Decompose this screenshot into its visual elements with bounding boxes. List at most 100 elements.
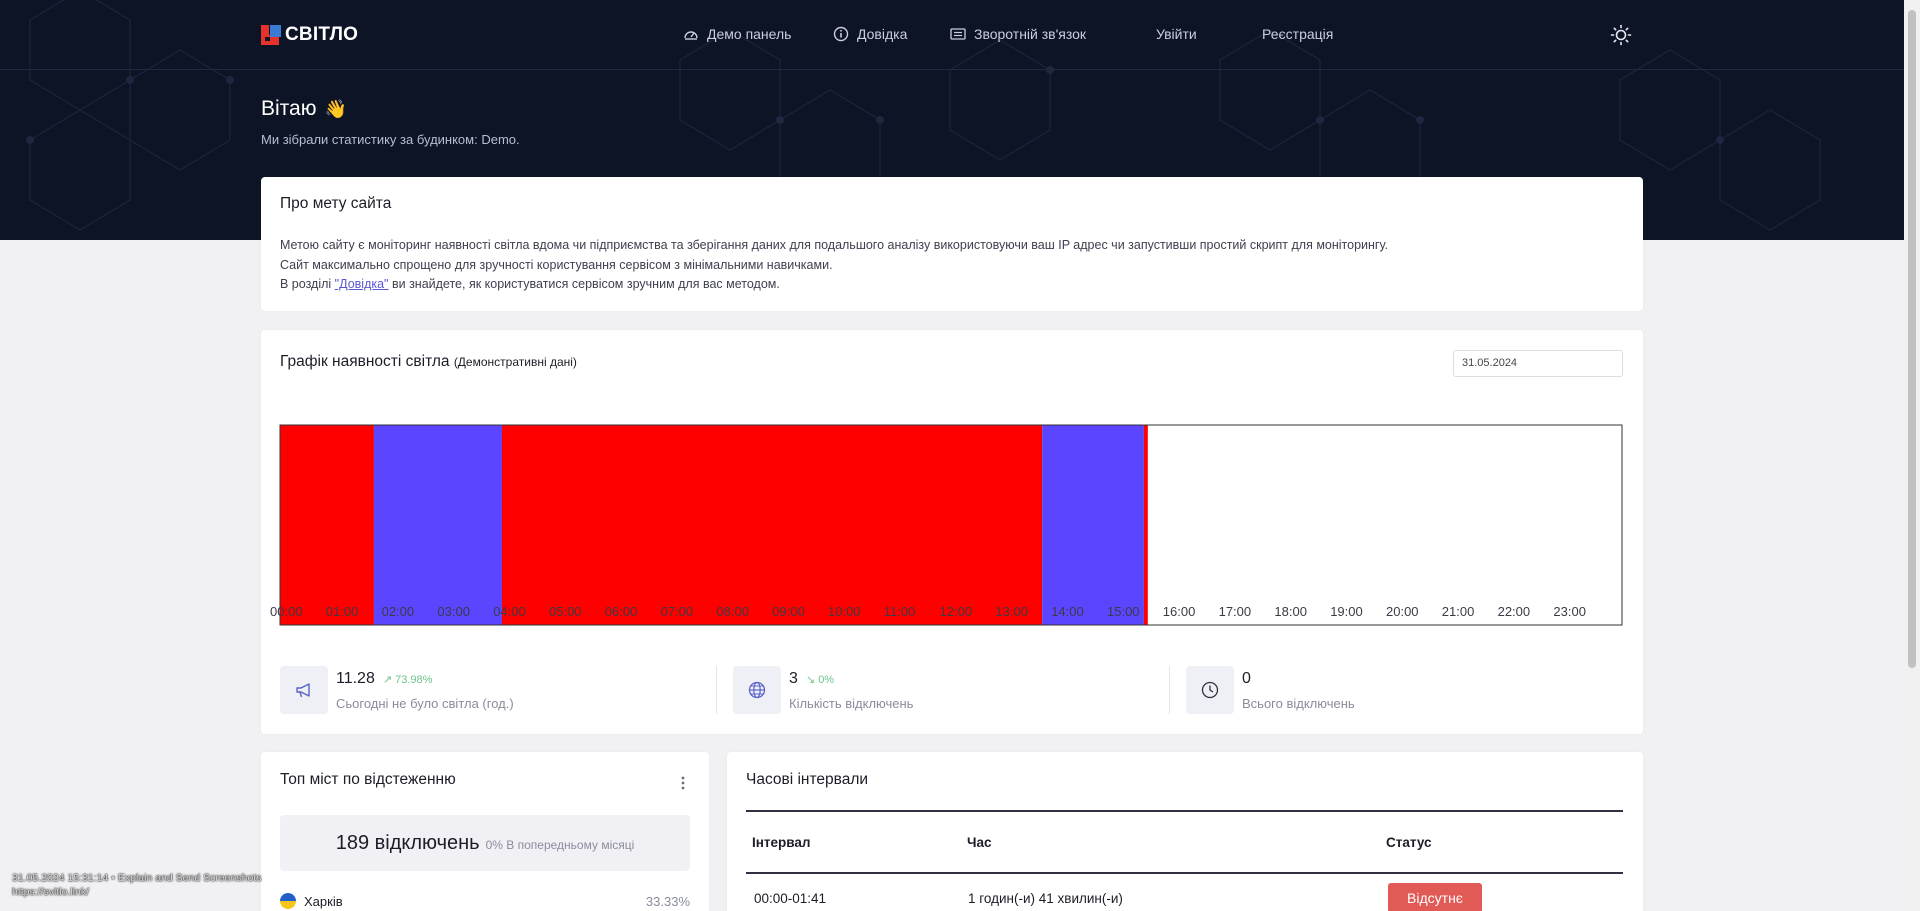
top-cities-title: Топ міст по відстеженню xyxy=(280,771,456,788)
date-picker[interactable]: 31.05.2024 xyxy=(1453,350,1623,377)
timeline-tick-label: 10:00 xyxy=(828,604,861,619)
nav-login[interactable]: Увійти xyxy=(1156,26,1197,42)
timeline-tick-label: 22:00 xyxy=(1497,604,1531,619)
stat-outage-count: 3 ↘ 0% Кількість відключень xyxy=(733,666,1153,718)
table-header-rule xyxy=(746,872,1623,874)
timeline-tick-label: 21:00 xyxy=(1441,604,1475,619)
stat-value: 3 ↘ 0% xyxy=(789,670,834,688)
stat-icon-box xyxy=(1186,666,1234,714)
waving-hand-icon: 👋 xyxy=(324,98,347,119)
about-line-3-before: В розділі xyxy=(280,277,335,291)
about-line-3-after: ви знайдете, як користуватися сервісом з… xyxy=(388,277,780,291)
logo-icon xyxy=(261,25,281,45)
stat-label: Всього відключень xyxy=(1242,696,1355,711)
timeline-ticks: 00:00 01:00 02:00 03:00 04:00 05:00 06:00 07:00… xyxy=(261,604,1643,624)
about-line-1: Метою сайту є моніторинг наявності світл… xyxy=(280,238,1388,252)
greeting-text: Вітаю xyxy=(261,97,317,120)
about-line-3: В розділі "Довідка" ви знайдете, як кори… xyxy=(280,275,1388,295)
stat-trend-value: 73.98% xyxy=(395,674,433,686)
logo[interactable]: СВІТЛО xyxy=(261,24,358,46)
timeline-tick-label: 19:00 xyxy=(1330,604,1363,619)
kebab-menu-icon[interactable] xyxy=(677,774,689,792)
timeline-tick-label: 11:00 xyxy=(883,604,916,619)
help-link[interactable]: "Довідка" xyxy=(335,277,389,291)
timeline-tick-label: 03:00 xyxy=(437,604,470,619)
schedule-card: Графік наявності світла (Демонстративні … xyxy=(261,330,1643,734)
about-title: Про мету сайта xyxy=(280,195,392,212)
gauge-icon xyxy=(684,31,698,40)
overlay-line-1: 31.05.2024 15:31:14 • Explain and Send S… xyxy=(12,872,262,884)
top-navbar: СВІТЛО Демо панель Довідка Зворотній зв'… xyxy=(0,0,1904,70)
nav-register[interactable]: Реєстрація xyxy=(1262,26,1333,42)
nav-feedback[interactable]: Зворотній зв'язок xyxy=(950,26,1086,42)
timeline-tick-label: 07:00 xyxy=(660,604,694,619)
trend-flat-badge: ↘ 0% xyxy=(805,674,835,686)
clock-icon xyxy=(1201,681,1219,699)
info-icon xyxy=(833,26,849,42)
intervals-title: Часові інтервали xyxy=(746,771,869,788)
stat-value: 11.28 ↗ 73.98% xyxy=(336,670,432,688)
nav-login-label: Увійти xyxy=(1156,26,1197,42)
timeline-tick-label: 04:00 xyxy=(493,604,526,619)
timeline-tick-label: 14:00 xyxy=(1051,604,1084,619)
overlay-line-2: https://svitlo.link/ xyxy=(12,886,90,898)
page-scrollbar[interactable] xyxy=(1904,0,1920,911)
timeline-tick-label: 12:00 xyxy=(939,604,973,619)
nav-demo-panel-label: Демо панель xyxy=(707,26,792,42)
timeline-tick-label: 06:00 xyxy=(604,604,638,619)
top-cities-card: Топ міст по відстеженню 189 відключень 0… xyxy=(261,752,709,911)
sun-icon[interactable] xyxy=(1610,24,1632,46)
stat-no-power-today: 11.28 ↗ 73.98% Сьогодні не було світла (г… xyxy=(280,666,700,718)
globe-icon xyxy=(748,681,766,699)
timeline-tick-label: 16:00 xyxy=(1162,604,1196,619)
timeline-segment-2 xyxy=(501,425,1043,625)
stat-value: 0 xyxy=(1242,670,1251,687)
timeline-tick-label: 00:00 xyxy=(270,604,303,619)
megaphone-icon xyxy=(296,683,310,698)
nav-register-label: Реєстрація xyxy=(1262,26,1334,42)
timeline-tick-label: 09:00 xyxy=(772,604,805,619)
list-item: Харків 33.33% xyxy=(280,893,690,909)
timeline-tick-label: 20:00 xyxy=(1386,604,1419,619)
timeline-segment-0 xyxy=(280,425,374,625)
greeting-title: Вітаю 👋 xyxy=(261,97,347,121)
total-outages-box: 189 відключень 0% В попередньому місяці xyxy=(280,815,690,871)
timeline-segment-3 xyxy=(1042,425,1144,625)
stat-label: Кількість відключень xyxy=(789,696,914,711)
total-outages-sub: 0% В попередньому місяці xyxy=(485,838,635,852)
nav-help[interactable]: Довідка xyxy=(833,26,907,42)
stat-divider xyxy=(716,666,717,714)
schedule-note: (Демонстративні дані) xyxy=(453,355,577,369)
cell-time: 1 годин(-и) 41 хвилин(-и) xyxy=(968,891,1123,906)
timeline-segment-4 xyxy=(1143,425,1148,625)
timeline-tick-label: 05:00 xyxy=(549,604,582,619)
stat-total-outages: 0 Всього відключень xyxy=(1186,666,1606,718)
feedback-icon xyxy=(950,28,966,40)
timeline-tick-label: 01:00 xyxy=(325,604,359,619)
ukraine-flag-icon xyxy=(280,893,296,909)
th-time: Час xyxy=(967,835,992,850)
stat-value-number: 3 xyxy=(789,670,798,687)
timeline-tick-label: 18:00 xyxy=(1274,604,1307,619)
status-badge: Відсутнє xyxy=(1388,883,1482,911)
timeline-segment-1 xyxy=(373,425,502,625)
th-status: Статус xyxy=(1386,835,1432,850)
brand-name: СВІТЛО xyxy=(285,24,359,45)
about-text: Метою сайту є моніторинг наявності світл… xyxy=(280,236,1388,295)
table-top-rule xyxy=(746,810,1623,812)
timeline-tick-label: 17:00 xyxy=(1218,604,1252,619)
th-interval: Інтервал xyxy=(752,835,811,850)
nav-demo-panel[interactable]: Демо панель xyxy=(683,26,791,42)
timeline-tick-label: 15:00 xyxy=(1107,604,1140,619)
cell-interval: 00:00-01:41 xyxy=(754,891,827,906)
stat-icon-box xyxy=(280,666,328,714)
trend-up-badge: ↗ 73.98% xyxy=(382,674,433,686)
schedule-title: Графік наявності світла (Демонстративні … xyxy=(280,353,577,371)
scrollbar-thumb[interactable] xyxy=(1908,10,1916,668)
city-name: Харків xyxy=(304,893,343,909)
greeting-subtitle: Ми зібрали статистику за будинком: Demo. xyxy=(261,132,520,147)
about-card: Про мету сайта Метою сайту є моніторинг … xyxy=(261,177,1643,311)
city-percent: 33.33% xyxy=(645,893,690,909)
screenshot-overlay: 31.05.2024 15:31:14 • Explain and Send S… xyxy=(12,871,261,899)
stat-value-number: 11.28 xyxy=(336,670,375,687)
